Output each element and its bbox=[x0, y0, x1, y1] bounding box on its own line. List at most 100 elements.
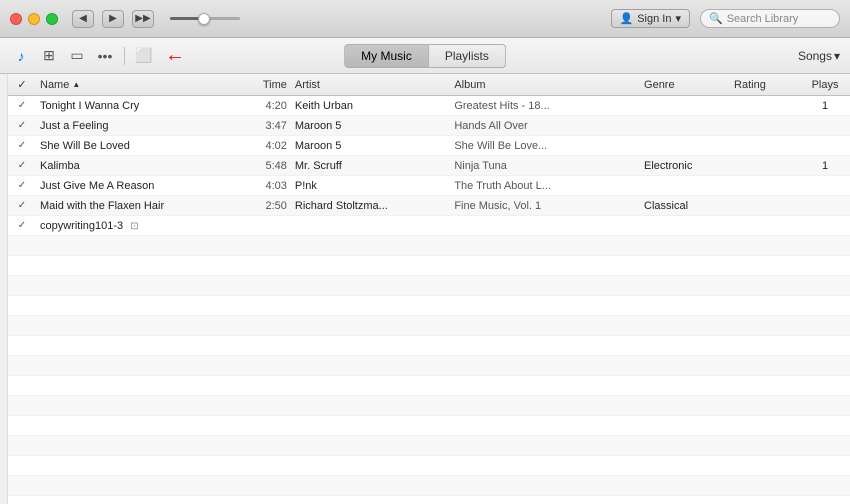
table-row[interactable]: ✓ Just Give Me A Reason 4:03 P!nk The Tr… bbox=[8, 176, 850, 196]
row-album: Hands All Over bbox=[450, 120, 640, 132]
music-icon[interactable]: ♪ bbox=[10, 45, 32, 67]
row-genre: Electronic bbox=[640, 160, 730, 172]
table-row[interactable]: ✓ Maid with the Flaxen Hair 2:50 Richard… bbox=[8, 196, 850, 216]
row-check: ✓ bbox=[8, 180, 36, 191]
header-check: ✓ bbox=[8, 78, 36, 91]
arrow-annotation: ← bbox=[165, 44, 185, 67]
empty-row bbox=[8, 476, 850, 496]
minimize-button[interactable] bbox=[28, 13, 40, 25]
tab-my-music[interactable]: My Music bbox=[344, 44, 429, 68]
row-album: She Will Be Love... bbox=[450, 140, 640, 152]
playback-controls: ◀ ▶ ▶▶ bbox=[72, 10, 240, 28]
empty-row bbox=[8, 496, 850, 504]
row-name: copywriting101-3 ⊡ bbox=[36, 220, 246, 232]
display-icon[interactable]: ▭ bbox=[66, 45, 88, 67]
document-icon: ⊡ bbox=[130, 221, 138, 232]
songs-label: Songs bbox=[798, 49, 832, 63]
empty-row bbox=[8, 456, 850, 476]
row-name: Kalimba bbox=[36, 160, 246, 172]
row-name: Just a Feeling bbox=[36, 120, 246, 132]
empty-row bbox=[8, 436, 850, 456]
row-check: ✓ bbox=[8, 220, 36, 231]
row-name: Just Give Me A Reason bbox=[36, 180, 246, 192]
row-artist: P!nk bbox=[291, 180, 450, 192]
row-name: Tonight I Wanna Cry bbox=[36, 100, 246, 112]
header-genre[interactable]: Genre bbox=[640, 79, 730, 91]
empty-row bbox=[8, 376, 850, 396]
row-album: Fine Music, Vol. 1 bbox=[450, 200, 640, 212]
table-header: ✓ Name ▲ Time Artist Album Genre Rating … bbox=[8, 74, 850, 96]
empty-row bbox=[8, 416, 850, 436]
maximize-button[interactable] bbox=[46, 13, 58, 25]
row-check: ✓ bbox=[8, 120, 36, 131]
row-album: Greatest Hits - 18... bbox=[450, 100, 640, 112]
row-check: ✓ bbox=[8, 100, 36, 111]
header-rating[interactable]: Rating bbox=[730, 79, 800, 91]
row-artist: Maroon 5 bbox=[291, 120, 450, 132]
volume-track bbox=[170, 17, 240, 20]
content-area: ✓ Name ▲ Time Artist Album Genre Rating … bbox=[0, 74, 850, 504]
header-artist[interactable]: Artist bbox=[291, 79, 450, 91]
chevron-down-icon: ▾ bbox=[675, 12, 681, 25]
volume-thumb bbox=[198, 13, 210, 25]
row-time: 4:20 bbox=[246, 100, 291, 112]
sign-in-button[interactable]: 👤 Sign In ▾ bbox=[611, 9, 690, 28]
empty-row bbox=[8, 276, 850, 296]
table-row[interactable]: ✓ Just a Feeling 3:47 Maroon 5 Hands All… bbox=[8, 116, 850, 136]
row-time: 4:03 bbox=[246, 180, 291, 192]
row-artist: Maroon 5 bbox=[291, 140, 450, 152]
play-button[interactable]: ▶ bbox=[102, 10, 124, 28]
search-icon: 🔍 bbox=[709, 12, 723, 25]
songs-button[interactable]: Songs ▾ bbox=[798, 49, 840, 63]
traffic-lights bbox=[10, 13, 58, 25]
empty-row bbox=[8, 316, 850, 336]
skip-icon: ▶▶ bbox=[135, 13, 150, 24]
empty-row bbox=[8, 336, 850, 356]
search-box[interactable]: 🔍 Search Library bbox=[700, 9, 840, 28]
table-row[interactable]: ✓ Kalimba 5:48 Mr. Scruff Ninja Tuna Ele… bbox=[8, 156, 850, 176]
row-artist: Mr. Scruff bbox=[291, 160, 450, 172]
close-button[interactable] bbox=[10, 13, 22, 25]
account-icon: 👤 bbox=[620, 12, 634, 25]
sort-icon: ▲ bbox=[72, 80, 80, 89]
header-time[interactable]: Time bbox=[246, 79, 291, 91]
table-row[interactable]: ✓ She Will Be Loved 4:02 Maroon 5 She Wi… bbox=[8, 136, 850, 156]
row-check: ✓ bbox=[8, 160, 36, 171]
grid-view-icon[interactable]: ⊞ bbox=[38, 45, 60, 67]
empty-row bbox=[8, 256, 850, 276]
row-artist: Keith Urban bbox=[291, 100, 450, 112]
empty-row bbox=[8, 236, 850, 256]
row-album: Ninja Tuna bbox=[450, 160, 640, 172]
empty-row bbox=[8, 396, 850, 416]
row-time: 5:48 bbox=[246, 160, 291, 172]
header-name[interactable]: Name ▲ bbox=[36, 79, 246, 91]
toolbar-separator bbox=[124, 47, 125, 65]
sidebar-toggle-icon[interactable]: ⬜ bbox=[133, 45, 155, 67]
skip-button[interactable]: ▶▶ bbox=[132, 10, 154, 28]
header-plays[interactable]: Plays bbox=[800, 79, 850, 91]
table-body: ✓ Tonight I Wanna Cry 4:20 Keith Urban G… bbox=[8, 96, 850, 504]
more-options-icon[interactable]: ••• bbox=[94, 45, 116, 67]
row-check: ✓ bbox=[8, 140, 36, 151]
row-time: 2:50 bbox=[246, 200, 291, 212]
row-plays: 1 bbox=[800, 160, 850, 172]
row-album: The Truth About L... bbox=[450, 180, 640, 192]
main-content: ✓ Name ▲ Time Artist Album Genre Rating … bbox=[8, 74, 850, 504]
title-bar-right: 👤 Sign In ▾ 🔍 Search Library bbox=[611, 9, 840, 28]
table-row[interactable]: ✓ Tonight I Wanna Cry 4:20 Keith Urban G… bbox=[8, 96, 850, 116]
title-bar: ◀ ▶ ▶▶ 👤 Sign In ▾ 🔍 Search Library bbox=[0, 0, 850, 38]
back-icon: ◀ bbox=[79, 13, 87, 24]
row-time: 3:47 bbox=[246, 120, 291, 132]
volume-slider[interactable] bbox=[170, 17, 240, 20]
header-album[interactable]: Album bbox=[450, 79, 640, 91]
sign-in-label: Sign In bbox=[637, 13, 671, 25]
row-name: Maid with the Flaxen Hair bbox=[36, 200, 246, 212]
tab-group: My Music Playlists bbox=[344, 44, 506, 68]
row-artist: Richard Stoltzma... bbox=[291, 200, 450, 212]
tab-playlists[interactable]: Playlists bbox=[429, 44, 506, 68]
row-check: ✓ bbox=[8, 200, 36, 211]
row-time: 4:02 bbox=[246, 140, 291, 152]
back-button[interactable]: ◀ bbox=[72, 10, 94, 28]
row-plays: 1 bbox=[800, 100, 850, 112]
copywriting-row[interactable]: ✓ copywriting101-3 ⊡ bbox=[8, 216, 850, 236]
